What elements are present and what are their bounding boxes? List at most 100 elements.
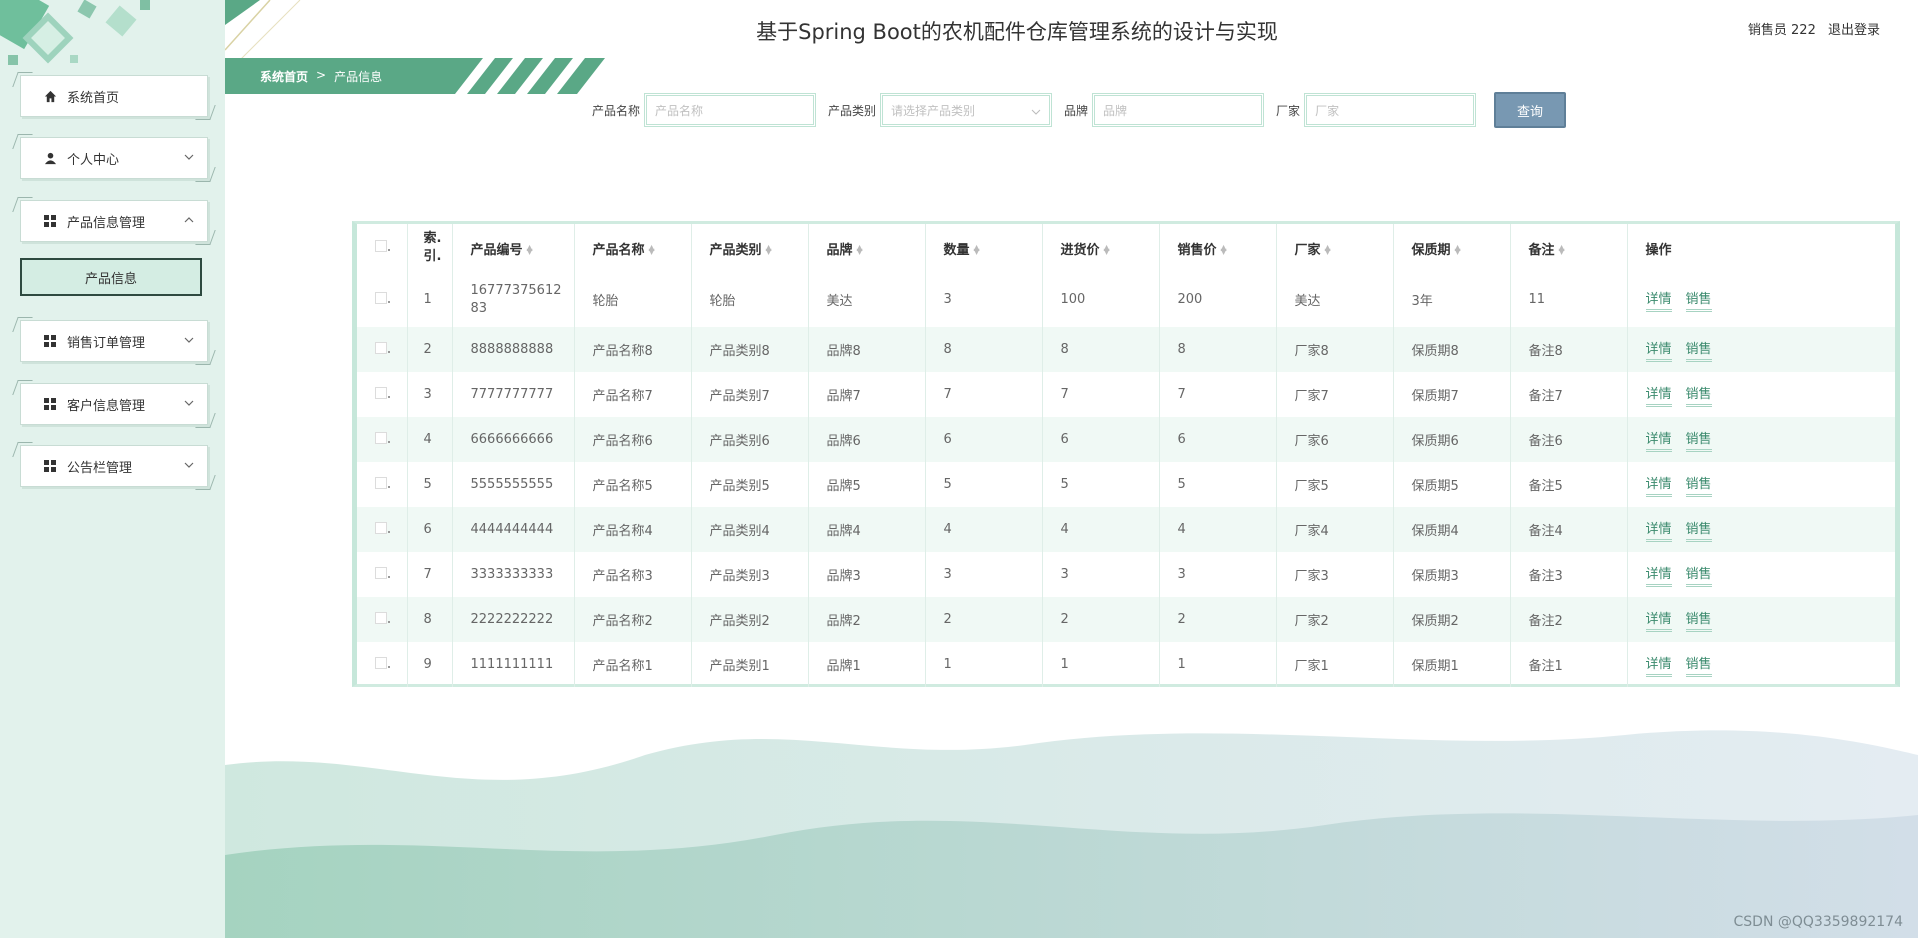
sell-button[interactable]: 销售 [1685,383,1712,407]
sort-icon: ▲ ▼ [526,243,533,256]
cell-sale-price: 1 [1159,642,1277,687]
cell-sale-price: 200 [1159,272,1277,327]
sidebar: 系统首页 个人中心 产品信息管理 产品信息 销售订单管理 客户信息管理 公告栏管… [0,0,225,938]
cell-code: 2222222222 [452,597,575,642]
cell-index: 3 [407,372,453,417]
detail-button[interactable]: 详情 [1645,653,1672,677]
row-checkbox[interactable] [375,566,390,579]
cell-category: 产品类别1 [691,642,809,687]
sell-button[interactable]: 销售 [1685,338,1712,362]
cell-index: 7 [407,552,453,597]
col-header-name[interactable]: 产品名称 ▲ ▼ [574,224,692,272]
cell-quantity: 3 [925,272,1043,327]
detail-button[interactable]: 详情 [1645,563,1672,587]
table-row: 6 4444444444 产品名称4 产品类别4 品牌4 4 4 4 厂家4 保质期4 备注4 详情销… [357,507,1895,552]
row-checkbox[interactable] [375,521,390,534]
col-header-purchase-price[interactable]: 进货价 ▲ ▼ [1042,224,1160,272]
col-header-index: 索. 引. [407,224,453,272]
sell-button[interactable]: 销售 [1685,563,1712,587]
cell-code: 3333333333 [452,552,575,597]
sell-button[interactable]: 销售 [1685,288,1712,312]
sell-button[interactable]: 销售 [1685,428,1712,452]
cell-brand: 品牌6 [808,417,926,462]
cell-category: 轮胎 [691,272,809,327]
col-header-remark[interactable]: 备注 ▲ ▼ [1510,224,1628,272]
cell-name: 产品名称2 [574,597,692,642]
col-header-shelf-life[interactable]: 保质期 ▲ ▼ [1393,224,1511,272]
product-category-select[interactable]: 请选择产品类别 [880,93,1053,127]
product-name-input[interactable]: 产品名称 [644,93,817,127]
cell-actions: 详情 销售 [1627,272,1895,327]
cell-remark: 备注5 [1510,462,1628,507]
cell-index: 2 [407,327,453,372]
detail-button[interactable]: 详情 [1645,338,1672,362]
cell-remark: 备注1 [1510,642,1628,687]
cell-actions: 详情 销售 [1627,372,1895,417]
col-header-manufacturer[interactable]: 厂家 ▲ ▼ [1276,224,1394,272]
sell-button[interactable]: 销售 [1685,608,1712,632]
cell-category: 产品类别7 [691,372,809,417]
col-header-code[interactable]: 产品编号 ▲ ▼ [452,224,575,272]
cell-purchase-price: 4 [1042,507,1160,552]
cell-manufacturer: 厂家8 [1276,327,1394,372]
row-checkbox[interactable] [375,291,390,304]
logout-link[interactable]: 退出登录 [1828,23,1880,38]
cell-sale-price: 6 [1159,417,1277,462]
chevron-down-icon [184,462,194,468]
cell-shelf-life: 保质期6 [1393,417,1511,462]
sell-button[interactable]: 销售 [1685,518,1712,542]
col-header-brand[interactable]: 品牌 ▲ ▼ [808,224,926,272]
detail-button[interactable]: 详情 [1645,518,1672,542]
sell-button[interactable]: 销售 [1685,653,1712,677]
cell-code: 5555555555 [452,462,575,507]
sidebar-item-profile[interactable]: 个人中心 [20,137,208,179]
cell-brand: 品牌5 [808,462,926,507]
cell-manufacturer: 厂家1 [1276,642,1394,687]
sidebar-item-customers[interactable]: 客户信息管理 [20,383,208,425]
manufacturer-input[interactable]: 厂家 [1304,93,1477,127]
detail-button[interactable]: 详情 [1645,473,1672,497]
row-checkbox[interactable] [375,656,390,669]
sidebar-item-sales-orders[interactable]: 销售订单管理 [20,320,208,362]
detail-button[interactable]: 详情 [1645,428,1672,452]
row-checkbox[interactable] [375,386,390,399]
sidebar-subitem-product-info[interactable]: 产品信息 [20,258,202,296]
cell-category: 产品类别6 [691,417,809,462]
col-header-quantity[interactable]: 数量 ▲ ▼ [925,224,1043,272]
breadcrumb-home[interactable]: 系统首页 [260,68,308,85]
col-header-label: 进货价 [1060,242,1100,258]
brand-input[interactable]: 品牌 [1092,93,1265,127]
detail-button[interactable]: 详情 [1645,608,1672,632]
row-checkbox[interactable] [375,341,390,354]
col-header-sale-price[interactable]: 销售价 ▲ ▼ [1159,224,1277,272]
search-form: 产品名称 产品名称 产品类别 请选择产品类别 品牌 品牌 厂家 厂家 查询 [592,92,1567,128]
cell-quantity: 8 [925,327,1043,372]
cell-purchase-price: 6 [1042,417,1160,462]
table-row: 7 3333333333 产品名称3 产品类别3 品牌3 3 3 3 厂家3 保质期3 备注3 详情销… [357,552,1895,597]
cell-actions: 详情 销售 [1627,597,1895,642]
sidebar-item-product-management[interactable]: 产品信息管理 [20,200,208,242]
col-header-label: 操作 [1645,242,1672,258]
detail-button[interactable]: 详情 [1645,383,1672,407]
row-checkbox[interactable] [375,476,390,489]
search-button[interactable]: 查询 [1494,92,1567,128]
user-area: 销售员 222 退出登录 [1740,19,1880,38]
select-all-checkbox[interactable] [375,240,390,252]
sidebar-item-label: 公告栏管理 [67,460,133,476]
col-header-label: 产品类别 [709,242,762,258]
sell-button[interactable]: 销售 [1685,473,1712,497]
table-row: 1 16777375612 83 轮胎 轮胎 美达 3 100 200 美达 3年 11 详情 销售 [357,272,1895,327]
cell-category: 产品类别8 [691,327,809,372]
cell-actions: 详情 销售 [1627,642,1895,687]
sort-icon: ▲ ▼ [648,243,655,256]
select-all-cell [357,224,408,272]
col-header-category[interactable]: 产品类别 ▲ ▼ [691,224,809,272]
cell-name: 产品名称5 [574,462,692,507]
sidebar-item-home[interactable]: 系统首页 [20,75,208,117]
cell-index: 9 [407,642,453,687]
row-checkbox[interactable] [375,431,390,444]
detail-button[interactable]: 详情 [1645,288,1672,312]
col-header-label: 数量 [943,242,970,258]
sidebar-item-notices[interactable]: 公告栏管理 [20,445,208,487]
row-checkbox[interactable] [375,611,390,624]
